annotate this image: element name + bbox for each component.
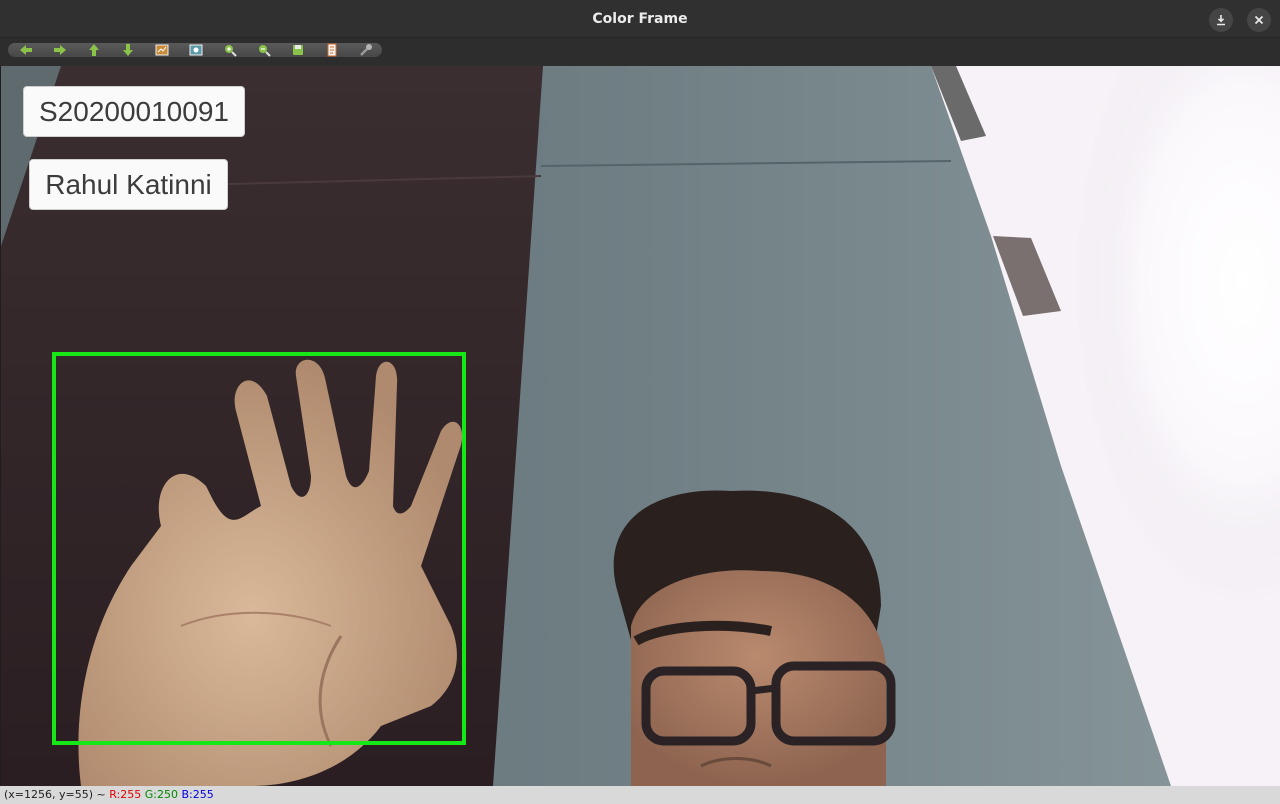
zoom-in-button[interactable] [221, 41, 239, 59]
properties-button[interactable] [323, 41, 341, 59]
camera-frame[interactable]: S20200010091 Rahul Katinni [0, 66, 1280, 786]
window-title: Color Frame [592, 11, 688, 27]
person [613, 490, 896, 786]
save-icon [293, 45, 303, 55]
title-bar[interactable]: Color Frame [0, 0, 1280, 38]
settings-button[interactable] [357, 41, 375, 59]
pan-left-icon [20, 45, 32, 55]
zoom-original-button[interactable] [187, 41, 205, 59]
toolbar [0, 38, 1280, 66]
zoom-out-icon [259, 45, 271, 57]
zoom-fit-button[interactable] [153, 41, 171, 59]
zoom-out-button[interactable] [255, 41, 273, 59]
student-name-label: Rahul Katinni [29, 159, 228, 210]
download-button[interactable] [1209, 8, 1233, 32]
hand-detection-box [52, 352, 466, 745]
properties-icon [327, 43, 337, 57]
pixel-blue-value: B:255 [181, 788, 214, 801]
save-button[interactable] [289, 41, 307, 59]
status-bar: (x=1256, y=55) ~ R:255 G:250 B:255 [0, 786, 1280, 804]
settings-icon [360, 44, 372, 56]
close-button[interactable] [1247, 8, 1271, 32]
cursor-coordinates: (x=1256, y=55) ~ [4, 788, 106, 801]
pan-down-icon [123, 44, 133, 56]
pan-right-icon [54, 45, 66, 55]
student-id-label: S20200010091 [23, 86, 245, 137]
pan-left-button[interactable] [17, 41, 35, 59]
zoom-original-icon [189, 44, 203, 56]
close-icon [1254, 15, 1264, 25]
pixel-red-value: R:255 [109, 788, 142, 801]
image-viewer-window: Color Frame S20200010091 Rahul Katinni (… [0, 0, 1280, 804]
zoom-in-icon [225, 45, 237, 57]
download-icon [1217, 15, 1225, 26]
zoom-fit-icon [155, 44, 169, 56]
pixel-green-value: G:250 [144, 788, 178, 801]
pan-up-icon [89, 44, 99, 56]
toolbar-strip [8, 43, 382, 57]
pan-down-button[interactable] [119, 41, 137, 59]
pan-up-button[interactable] [85, 41, 103, 59]
pan-right-button[interactable] [51, 41, 69, 59]
